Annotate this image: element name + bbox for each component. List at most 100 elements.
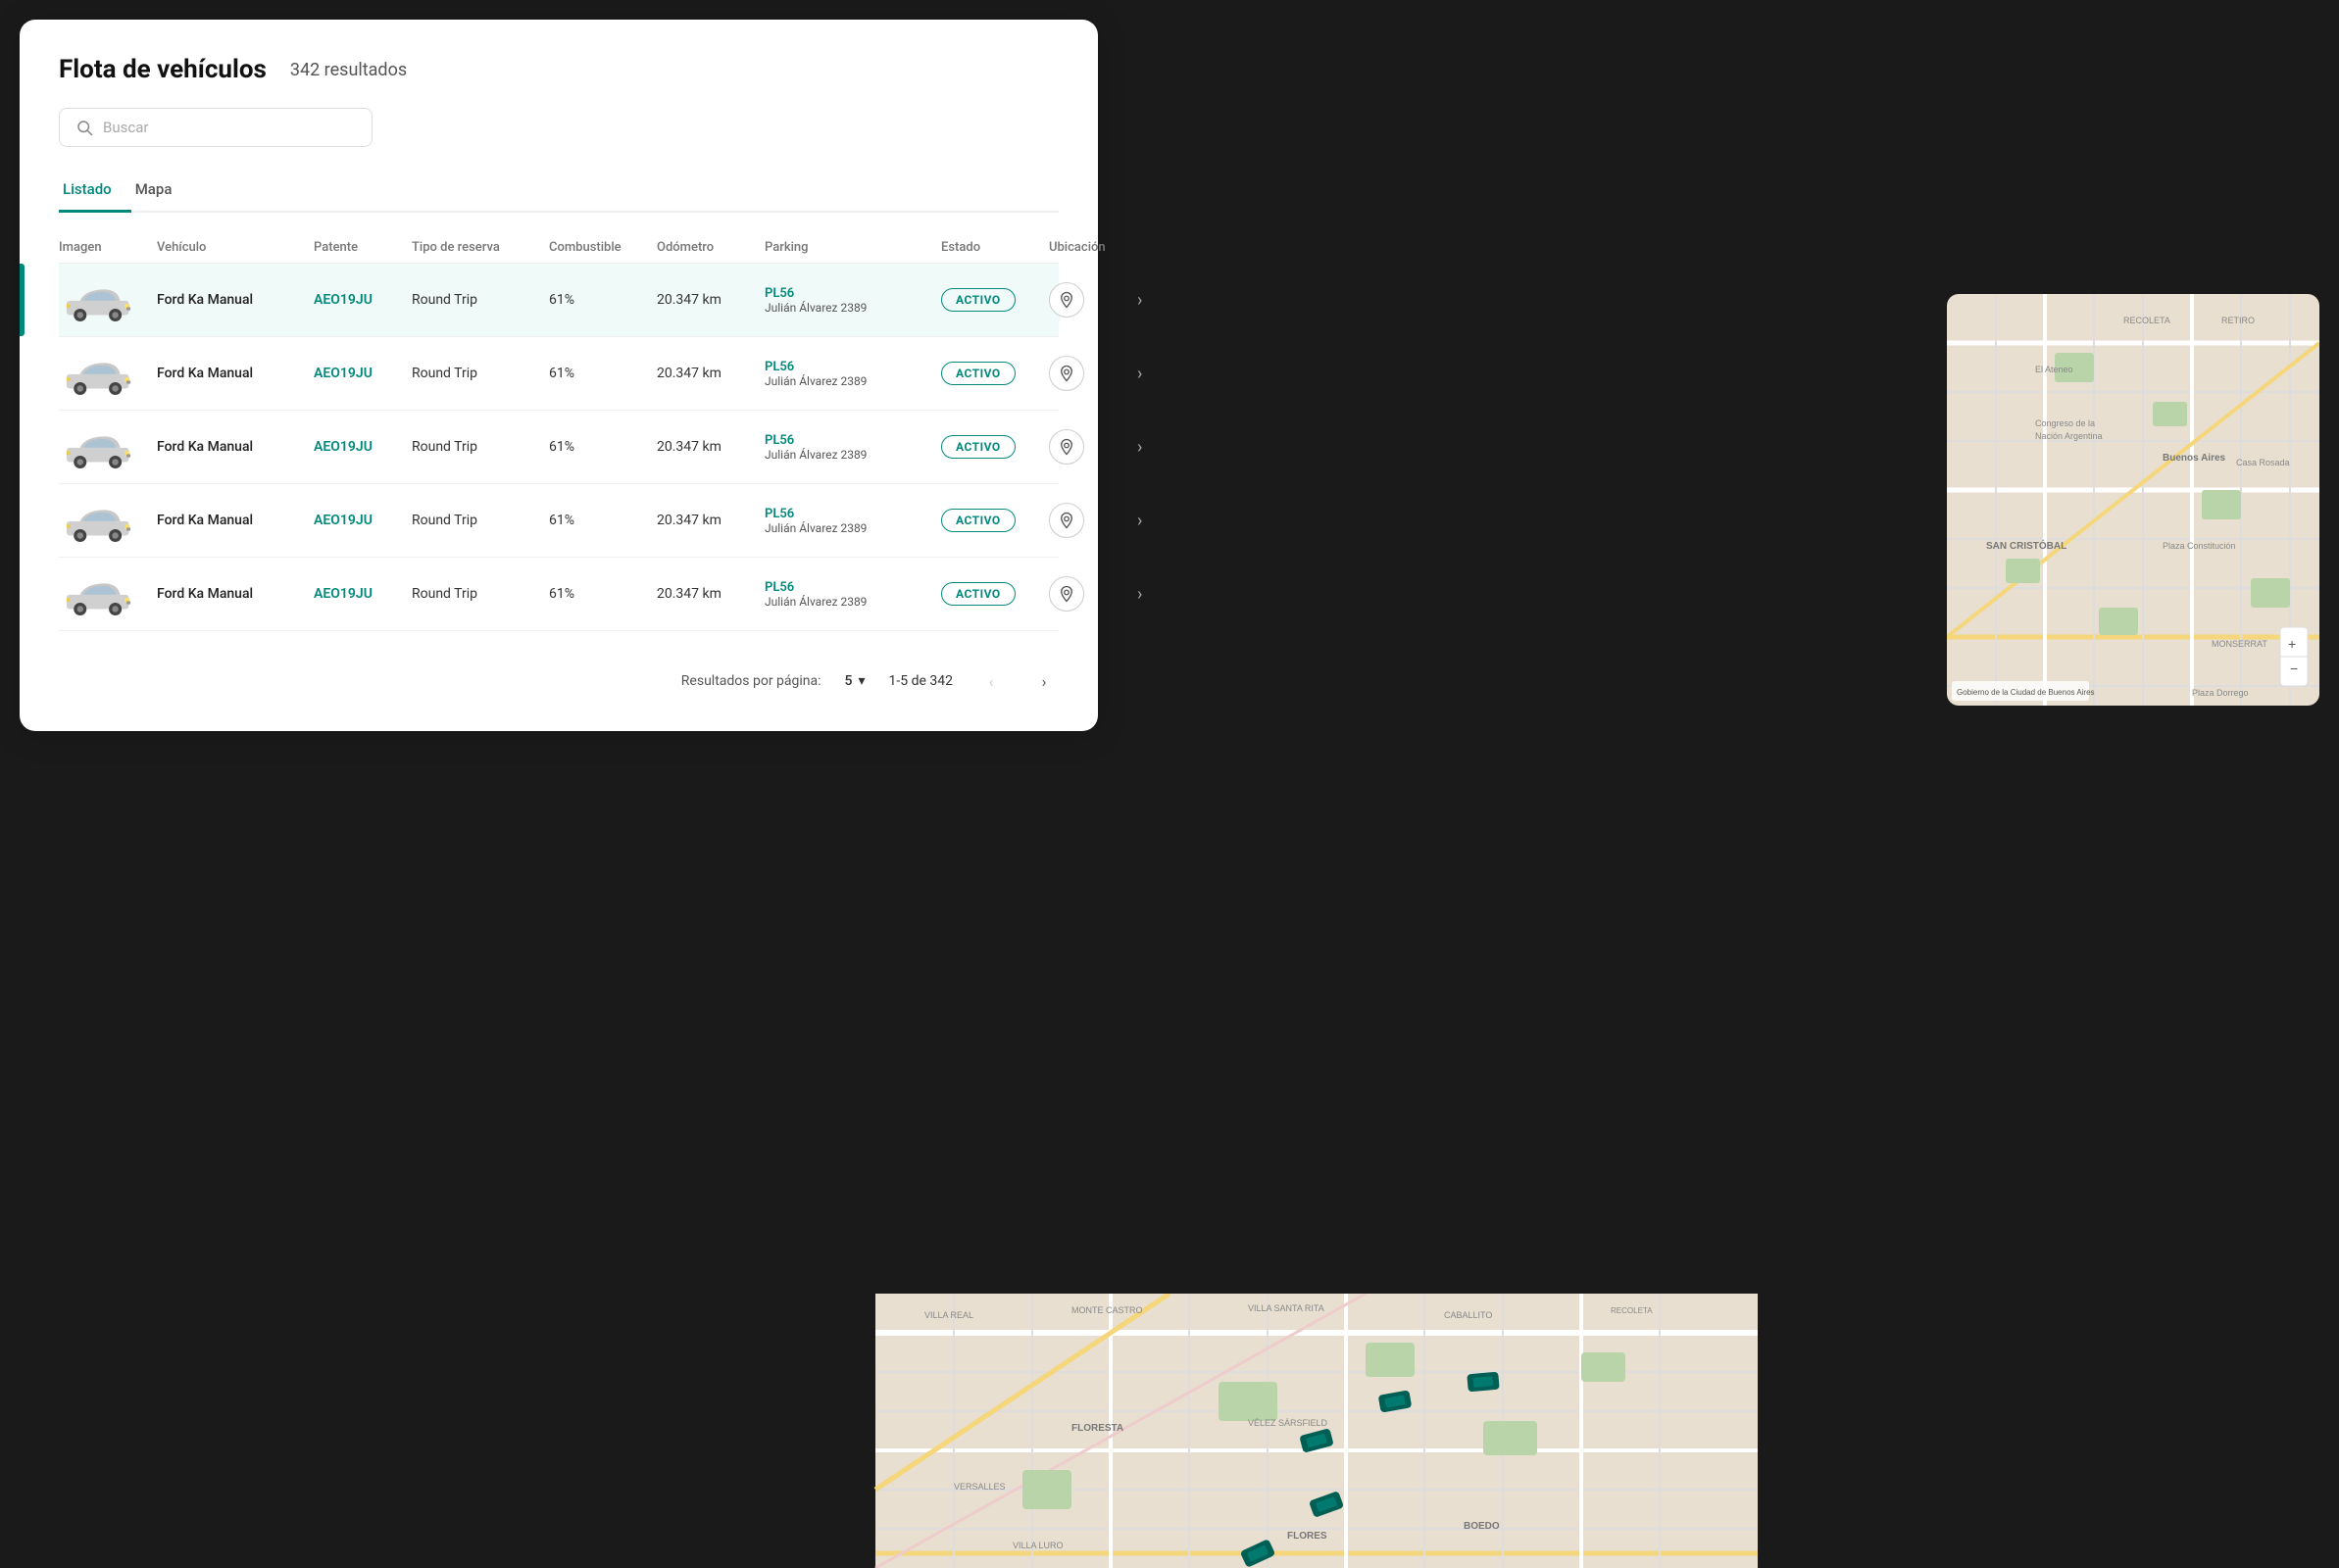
location-button[interactable] xyxy=(1049,576,1084,612)
status-badge-container: ACTIVO xyxy=(941,582,1049,606)
col-combustible: Combustible xyxy=(549,240,657,255)
vehicle-name: Ford Ka Manual xyxy=(157,292,314,308)
patent-link[interactable]: AEO19JU xyxy=(314,439,412,455)
row-chevron-right[interactable]: › xyxy=(1137,584,1176,605)
status-badge: ACTIVO xyxy=(941,435,1016,459)
parking-address: Julián Álvarez 2389 xyxy=(765,374,941,388)
location-icon xyxy=(1058,365,1075,382)
table-row[interactable]: Ford Ka Manual AEO19JU Round Trip 61% 20… xyxy=(59,264,1059,337)
patent-link[interactable]: AEO19JU xyxy=(314,292,412,308)
location-icon xyxy=(1058,585,1075,603)
side-map-svg: RECOLETA RETIRO El Ateneo Congreso de la… xyxy=(1947,294,2319,706)
car-image xyxy=(59,422,137,471)
parking-name: PL56 xyxy=(765,286,941,301)
search-bar[interactable]: Buscar xyxy=(59,108,373,147)
table-row[interactable]: Ford Ka Manual AEO19JU Round Trip 61% 20… xyxy=(59,411,1059,484)
map-side-panel: RECOLETA RETIRO El Ateneo Congreso de la… xyxy=(1947,294,2319,706)
status-badge-container: ACTIVO xyxy=(941,509,1049,532)
car-image xyxy=(59,496,137,545)
table-row[interactable]: Ford Ka Manual AEO19JU Round Trip 61% 20… xyxy=(59,484,1059,558)
svg-text:Buenos Aires: Buenos Aires xyxy=(2163,453,2226,464)
parking-name: PL56 xyxy=(765,507,941,521)
col-estado: Estado xyxy=(941,240,1049,255)
row-chevron-right[interactable]: › xyxy=(1137,437,1176,458)
location-button[interactable] xyxy=(1049,429,1084,465)
vehicle-name: Ford Ka Manual xyxy=(157,439,314,455)
chevron-down-icon: ▾ xyxy=(858,673,865,689)
odometer: 20.347 km xyxy=(657,586,765,602)
pagination-row: Resultados por página: 5 ▾ 1-5 de 342 ‹ … xyxy=(59,655,1059,696)
status-badge: ACTIVO xyxy=(941,362,1016,385)
trip-type: Round Trip xyxy=(412,292,549,308)
svg-text:−: − xyxy=(2290,661,2298,676)
search-placeholder: Buscar xyxy=(103,119,148,136)
tab-mapa[interactable]: Mapa xyxy=(131,171,192,213)
svg-text:VILLA SANTA RITA: VILLA SANTA RITA xyxy=(1248,1303,1324,1313)
svg-text:El Ateneo: El Ateneo xyxy=(2035,365,2073,374)
col-odometro: Odómetro xyxy=(657,240,765,255)
col-vehiculo: Vehículo xyxy=(157,240,314,255)
status-badge: ACTIVO xyxy=(941,509,1016,532)
table-row[interactable]: Ford Ka Manual AEO19JU Round Trip 61% 20… xyxy=(59,337,1059,411)
svg-text:Nación Argentina: Nación Argentina xyxy=(2035,431,2103,441)
parking-name: PL56 xyxy=(765,433,941,448)
fuel-level: 61% xyxy=(549,366,657,381)
car-image xyxy=(59,275,137,324)
svg-text:SAN CRISTÓBAL: SAN CRISTÓBAL xyxy=(1986,539,2066,552)
trip-type: Round Trip xyxy=(412,439,549,455)
vehicle-name: Ford Ka Manual xyxy=(157,513,314,528)
col-tipo-reserva: Tipo de reserva xyxy=(412,240,549,255)
svg-text:VERSALLES: VERSALLES xyxy=(954,1482,1006,1492)
status-badge-container: ACTIVO xyxy=(941,435,1049,459)
location-button[interactable] xyxy=(1049,282,1084,318)
row-chevron-right[interactable]: › xyxy=(1137,364,1176,384)
next-page-button[interactable]: › xyxy=(1029,666,1059,696)
status-badge: ACTIVO xyxy=(941,582,1016,606)
car-image xyxy=(59,349,137,398)
parking-name: PL56 xyxy=(765,580,941,595)
col-patente: Patente xyxy=(314,240,412,255)
tabs-row: Listado Mapa xyxy=(59,171,1059,213)
parking-address: Julián Álvarez 2389 xyxy=(765,521,941,535)
car-image xyxy=(59,569,137,618)
svg-text:RECOLETA: RECOLETA xyxy=(1611,1306,1653,1315)
per-page-select[interactable]: 5 ▾ xyxy=(845,673,866,689)
parking-info: PL56 Julián Álvarez 2389 xyxy=(765,286,941,315)
fuel-level: 61% xyxy=(549,513,657,528)
per-page-value: 5 xyxy=(845,673,853,689)
row-chevron-right[interactable]: › xyxy=(1137,511,1176,531)
location-icon xyxy=(1058,438,1075,456)
svg-text:VILLA REAL: VILLA REAL xyxy=(924,1310,973,1320)
row-chevron-right[interactable]: › xyxy=(1137,290,1176,311)
location-button[interactable] xyxy=(1049,356,1084,391)
location-button[interactable] xyxy=(1049,503,1084,538)
fuel-level: 61% xyxy=(549,586,657,602)
vehicle-table: Imagen Vehículo Patente Tipo de reserva … xyxy=(59,232,1059,631)
svg-text:+: + xyxy=(2288,636,2296,652)
parking-info: PL56 Julián Álvarez 2389 xyxy=(765,360,941,388)
fleet-panel: Flota de vehículos 342 resultados Buscar… xyxy=(20,20,1098,731)
patent-link[interactable]: AEO19JU xyxy=(314,513,412,528)
trip-type: Round Trip xyxy=(412,366,549,381)
table-row[interactable]: Ford Ka Manual AEO19JU Round Trip 61% 20… xyxy=(59,558,1059,631)
vehicle-name: Ford Ka Manual xyxy=(157,366,314,381)
odometer: 20.347 km xyxy=(657,513,765,528)
svg-text:MONSERRAT: MONSERRAT xyxy=(2212,639,2267,649)
svg-text:FLORES: FLORES xyxy=(1287,1531,1327,1542)
status-badge: ACTIVO xyxy=(941,288,1016,312)
svg-text:Congreso de la: Congreso de la xyxy=(2035,418,2095,428)
parking-address: Julián Álvarez 2389 xyxy=(765,301,941,315)
table-header: Imagen Vehículo Patente Tipo de reserva … xyxy=(59,232,1059,264)
patent-link[interactable]: AEO19JU xyxy=(314,366,412,381)
tab-listado[interactable]: Listado xyxy=(59,171,131,213)
svg-text:Gobierno de la Ciudad de Bueno: Gobierno de la Ciudad de Buenos Aires xyxy=(1957,688,2095,697)
col-imagen: Imagen xyxy=(59,240,157,255)
prev-page-button[interactable]: ‹ xyxy=(976,666,1006,696)
odometer: 20.347 km xyxy=(657,366,765,381)
results-count: 342 resultados xyxy=(290,60,407,80)
map-svg: VILLA REAL MONTE CASTRO VILLA SANTA RITA… xyxy=(294,1294,2339,1568)
location-icon xyxy=(1058,512,1075,529)
svg-text:RECOLETA: RECOLETA xyxy=(2123,316,2170,325)
svg-text:VILLA LURO: VILLA LURO xyxy=(1013,1541,1064,1550)
patent-link[interactable]: AEO19JU xyxy=(314,586,412,602)
